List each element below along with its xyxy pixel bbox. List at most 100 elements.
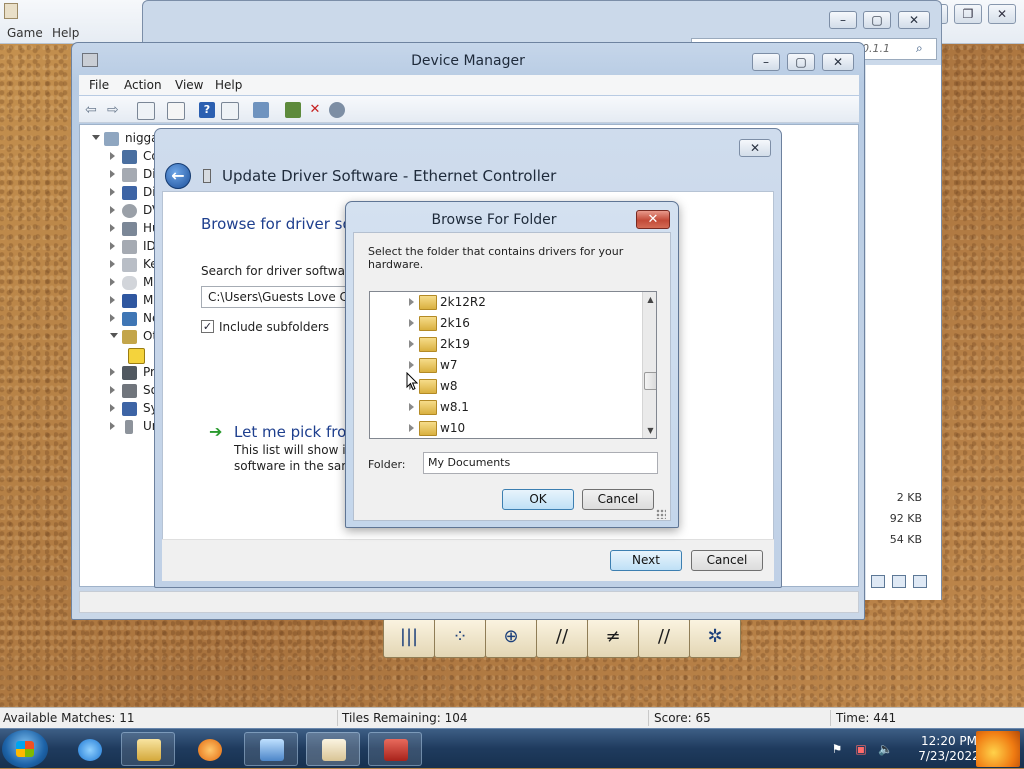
vertical-scrollbar[interactable]: ▲ ▼	[642, 292, 656, 438]
disk-drive-icon	[122, 168, 137, 182]
scroll-down-icon[interactable]: ▼	[643, 423, 656, 438]
back-arrow-icon[interactable]: ⇦	[85, 102, 101, 118]
show-hide-tree-icon[interactable]	[137, 102, 155, 120]
folder-item[interactable]: 2k19	[370, 334, 640, 355]
dialog-description: Select the folder that contains drivers …	[368, 245, 624, 271]
mahjong-tile[interactable]: //	[536, 618, 588, 658]
network-icon[interactable]: ▣	[854, 742, 868, 756]
help-icon[interactable]: ?	[199, 102, 215, 118]
folder-icon	[419, 316, 437, 331]
disable-device-icon[interactable]	[329, 102, 345, 118]
include-subfolders-label: Include subfolders	[219, 320, 330, 334]
show-desktop-button[interactable]	[976, 731, 1020, 767]
menu-view[interactable]: View	[175, 78, 203, 92]
mahjong-tile[interactable]: ≠	[587, 618, 639, 658]
folder-icon	[419, 379, 437, 394]
display-adapter-icon	[122, 186, 137, 200]
mahjong-tile[interactable]: |||	[383, 618, 435, 658]
computer-icon	[104, 132, 119, 146]
folder-item[interactable]: w10	[370, 418, 640, 438]
device-manager-icon	[260, 739, 284, 761]
network-adapter-icon	[122, 312, 137, 326]
folder-icon	[419, 421, 437, 436]
folder-icon	[419, 400, 437, 415]
mahjong-tile[interactable]: //	[638, 618, 690, 658]
cancel-button[interactable]: Cancel	[582, 489, 654, 510]
taskbar-device-manager[interactable]	[244, 732, 298, 766]
toolbox-icon	[384, 739, 408, 761]
menu-bar: File Action View Help	[79, 75, 859, 95]
file-explorer-icon	[137, 739, 161, 761]
monitor-icon	[122, 294, 137, 308]
scroll-up-icon[interactable]: ▲	[643, 292, 656, 307]
menu-file[interactable]: File	[89, 78, 109, 92]
mouse-cursor-icon	[406, 372, 418, 391]
dm-close-button[interactable]: ✕	[822, 53, 854, 71]
game-status-bar: Available Matches: 11 Tiles Remaining: 1…	[0, 707, 1024, 728]
mahjong-tile[interactable]: ⁘	[434, 618, 486, 658]
taskbar-mahjong[interactable]	[306, 732, 360, 766]
include-subfolders-checkbox[interactable]: ✓	[201, 320, 214, 333]
mahjong-tile[interactable]: ✲	[689, 618, 741, 658]
game-restore-button[interactable]: ❐	[954, 4, 982, 24]
expand-arrow-icon[interactable]	[409, 361, 414, 369]
action-pane-icon[interactable]	[221, 102, 239, 120]
folder-item[interactable]: 2k16	[370, 313, 640, 334]
expand-arrow-icon[interactable]	[409, 424, 414, 432]
uninstall-icon[interactable]: ✕	[307, 102, 323, 118]
mahjong-tile[interactable]: ⊕	[485, 618, 537, 658]
volume-icon[interactable]: 🔈	[878, 742, 893, 756]
folder-item[interactable]: 2k12R2	[370, 292, 640, 313]
explorer-maximize-button[interactable]: ▢	[863, 11, 891, 29]
expand-arrow-icon[interactable]	[409, 403, 414, 411]
ud-close-button[interactable]: ✕	[739, 139, 771, 157]
taskbar-toolbox[interactable]	[368, 732, 422, 766]
clock[interactable]: 12:20 PM 7/23/2022	[914, 734, 984, 764]
computer-icon	[122, 150, 137, 164]
tiles-view-icon[interactable]	[892, 575, 906, 588]
details-view-icon[interactable]	[871, 575, 885, 588]
cancel-button[interactable]: Cancel	[691, 550, 763, 571]
properties-icon[interactable]	[167, 102, 185, 120]
mahjong-app-icon	[4, 3, 18, 19]
taskbar-media-player[interactable]	[182, 732, 236, 766]
pick-from-list-link[interactable]: Let me pick from	[234, 423, 361, 441]
toolbar: ⇦ ⇨ ? ✕	[79, 96, 859, 123]
scan-hardware-icon[interactable]	[253, 102, 269, 118]
explorer-close-button[interactable]: ✕	[898, 11, 930, 29]
taskbar-explorer[interactable]	[121, 732, 175, 766]
menu-help[interactable]: Help	[215, 78, 242, 92]
expand-arrow-icon[interactable]	[409, 319, 414, 327]
expand-arrow-icon[interactable]	[409, 298, 414, 306]
folder-input[interactable]: My Documents	[423, 452, 658, 474]
dm-minimize-button[interactable]: –	[752, 53, 780, 71]
menu-action[interactable]: Action	[124, 78, 162, 92]
usb-icon	[125, 420, 133, 434]
back-button[interactable]: ←	[165, 163, 191, 189]
expand-arrow-icon[interactable]	[409, 340, 414, 348]
folder-icon	[419, 295, 437, 310]
start-button[interactable]	[2, 730, 48, 768]
action-center-flag-icon[interactable]: ⚑	[830, 742, 844, 756]
folder-tree: 2k12R2 2k16 2k19 w7 w8 w8.1 w10 ▲ ▼	[369, 291, 657, 439]
update-driver-icon[interactable]	[285, 102, 301, 118]
next-button[interactable]: Next	[610, 550, 682, 571]
dm-maximize-button[interactable]: ▢	[787, 53, 815, 71]
forward-arrow-icon[interactable]: ⇨	[107, 102, 123, 118]
menu-help[interactable]: Help	[52, 26, 79, 42]
pick-desc-line2: software in the same	[234, 459, 361, 473]
menu-game[interactable]: Game	[7, 26, 43, 42]
taskbar-ie[interactable]	[62, 732, 116, 766]
system-devices-icon	[122, 402, 137, 416]
list-view-icon[interactable]	[913, 575, 927, 588]
file-size: 2 KB	[896, 491, 922, 504]
scroll-thumb[interactable]	[644, 372, 656, 390]
folder-item[interactable]: w8.1	[370, 397, 640, 418]
keyboard-icon	[122, 258, 137, 272]
close-button[interactable]: ✕	[636, 210, 670, 229]
search-icon[interactable]: ⌕	[916, 41, 923, 56]
explorer-minimize-button[interactable]: –	[829, 11, 857, 29]
ok-button[interactable]: OK	[502, 489, 574, 510]
resize-grip[interactable]	[656, 509, 666, 519]
game-close-button[interactable]: ✕	[988, 4, 1016, 24]
